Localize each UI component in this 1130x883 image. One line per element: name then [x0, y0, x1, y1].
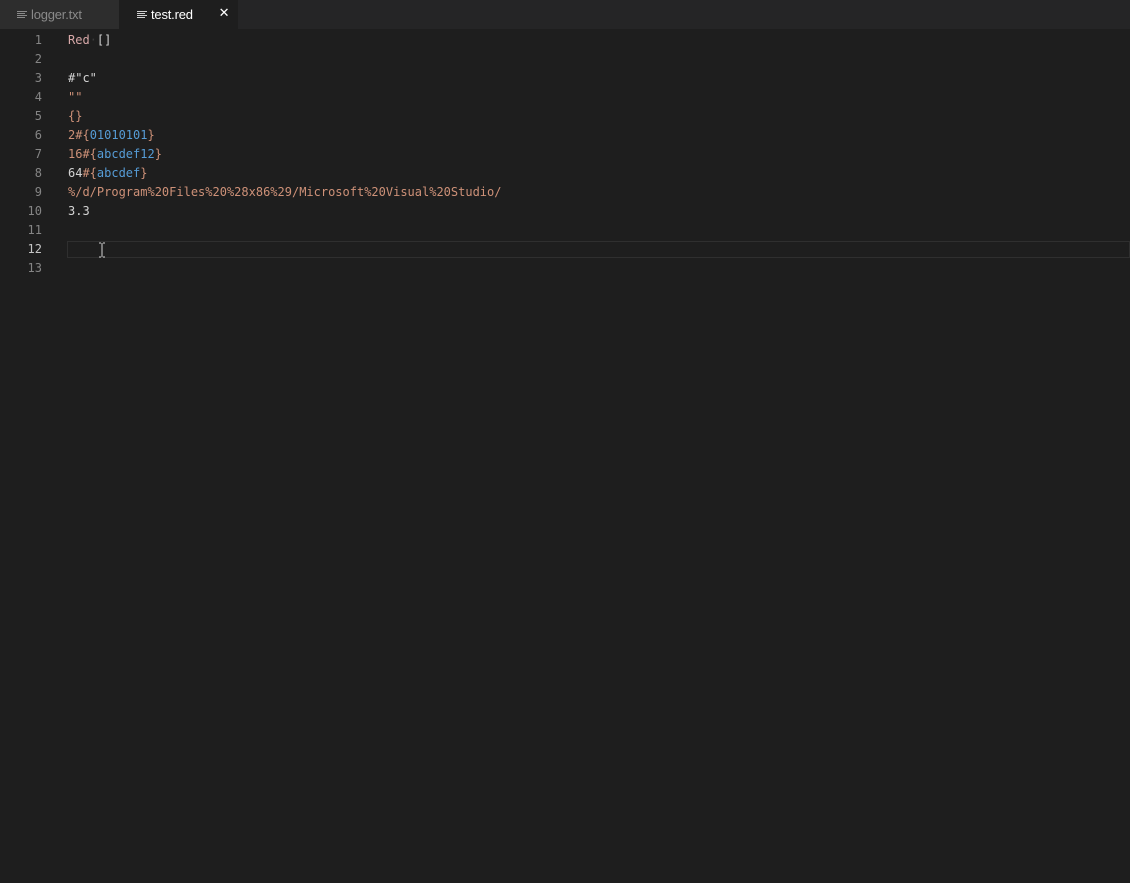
line-number: 11 [27, 223, 42, 237]
code-line: 11 [0, 221, 1130, 240]
code-line: 13 [0, 259, 1130, 278]
code-line: 5 {} [0, 107, 1130, 126]
line-number: 12 [27, 242, 42, 256]
code-line: 3 #"c" [0, 69, 1130, 88]
line-text: %/d/Program%20Files%20%28x86%29/Microsof… [68, 185, 502, 199]
line-text: {} [68, 109, 83, 123]
line-text: 64#{abcdef} [68, 166, 148, 180]
line-number: 4 [34, 90, 42, 104]
close-icon[interactable]: ✕ [216, 6, 232, 22]
code-editor[interactable]: 1 Red·[] 2 3 #"c" 4 "" 5 {} 6 2#{0101010… [0, 29, 1130, 883]
tab-test-red[interactable]: test.red ✕ [119, 0, 238, 29]
line-number: 8 [34, 166, 42, 180]
code-line: 7 16#{abcdef12} [0, 145, 1130, 164]
file-lines-icon [17, 10, 27, 19]
line-text: 16#{abcdef12} [68, 147, 162, 161]
code-line: 1 Red·[] [0, 31, 1130, 50]
line-number: 10 [27, 204, 42, 218]
code-line: 10 3.3 [0, 202, 1130, 221]
line-number: 3 [34, 71, 42, 85]
line-text: 3.3 [68, 204, 90, 218]
code-line: 8 64#{abcdef} [0, 164, 1130, 183]
line-number: 6 [34, 128, 42, 142]
line-number: 7 [34, 147, 42, 161]
file-lines-icon [137, 10, 147, 19]
line-number: 13 [27, 261, 42, 275]
line-text: "" [68, 90, 83, 104]
line-text: Red·[] [68, 33, 112, 47]
text-cursor-icon [98, 242, 106, 258]
line-number: 1 [34, 33, 42, 47]
line-number: 2 [34, 52, 42, 66]
tab-label: test.red [151, 7, 193, 22]
code-line: 6 2#{01010101} [0, 126, 1130, 145]
line-number: 9 [34, 185, 42, 199]
code-line: 2 [0, 50, 1130, 69]
tab-logger-txt[interactable]: logger.txt [0, 0, 119, 29]
code-line: 9 %/d/Program%20Files%20%28x86%29/Micros… [0, 183, 1130, 202]
line-text: #"c" [68, 71, 97, 85]
code-line: 4 "" [0, 88, 1130, 107]
tab-label: logger.txt [31, 7, 82, 22]
tab-bar: logger.txt test.red ✕ [0, 0, 1130, 29]
line-text: 2#{01010101} [68, 128, 155, 142]
code-line-current[interactable]: 12 [0, 240, 1130, 259]
line-number: 5 [34, 109, 42, 123]
